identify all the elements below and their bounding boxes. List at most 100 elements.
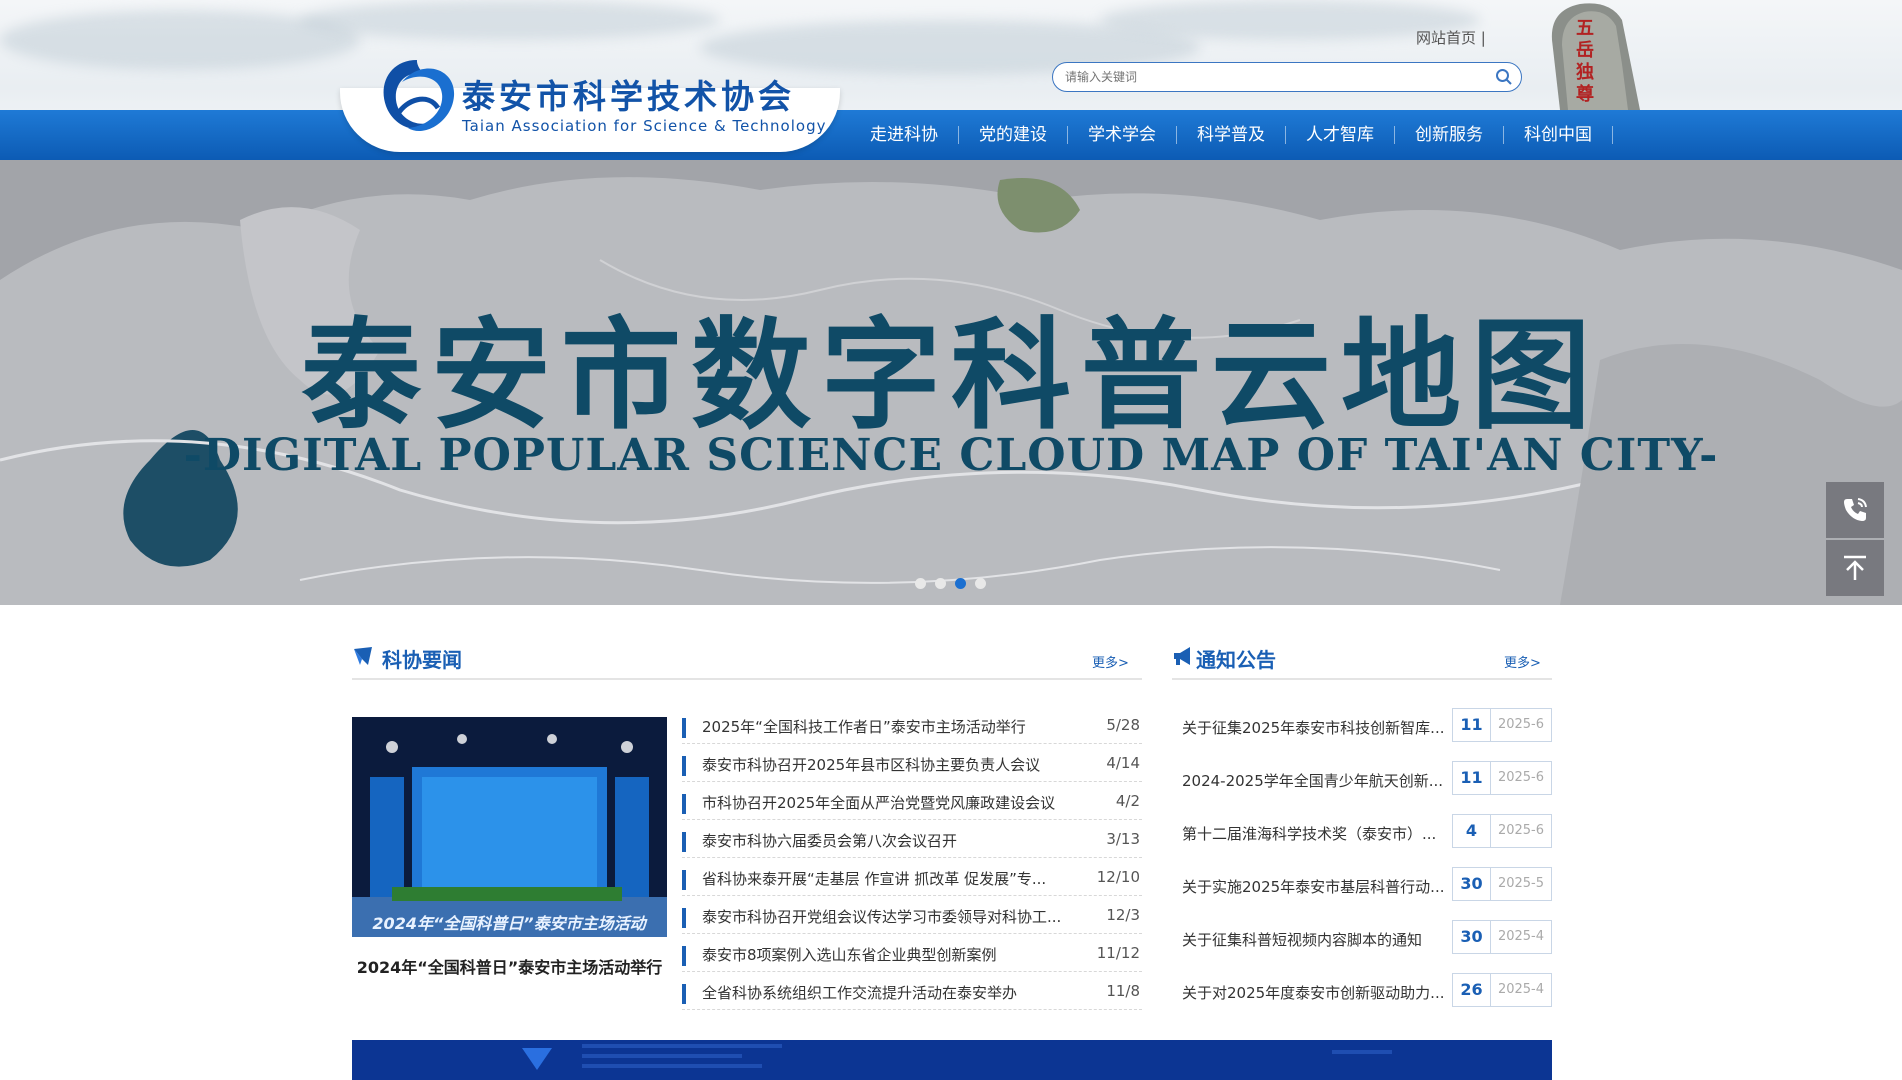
main-nav: 走进科协 党的建设 学术学会 科学普及 人才智库 创新服务 科创中国	[850, 110, 1613, 160]
notice-day: 26	[1453, 974, 1491, 1006]
news-item-date: 12/3	[1106, 906, 1140, 924]
news-item-date: 4/14	[1106, 754, 1140, 772]
notice-year-month: 2025-4	[1497, 982, 1545, 997]
notice-date-box: 11 2025-6	[1452, 761, 1552, 795]
org-name-cn: 泰安市科学技术协会	[462, 77, 795, 116]
news-item-date: 4/2	[1115, 792, 1140, 810]
featured-photo-caption[interactable]: 2024年“全国科普日”泰安市主场活动举行	[352, 956, 667, 980]
svg-text:岳: 岳	[1576, 40, 1594, 61]
bottom-promo-banner[interactable]	[352, 1040, 1552, 1080]
news-item[interactable]: 全省科协系统组织工作交流提升活动在泰安举办 11/8	[682, 972, 1142, 1010]
nav-item-party-building[interactable]: 党的建设	[959, 126, 1068, 144]
news-item[interactable]: 泰安市科协六届委员会第八次会议召开 3/13	[682, 820, 1142, 858]
news-item-title[interactable]: 泰安市8项案例入选山东省企业典型创新案例	[702, 944, 1062, 965]
news-item[interactable]: 泰安市科协召开2025年县市区科协主要负责人会议 4/14	[682, 744, 1142, 782]
notice-date-box: 30 2025-4	[1452, 920, 1552, 954]
banner-title: 泰安市数字科普云地图	[301, 307, 1601, 446]
page: 五 岳 独 尊 泰安市科学技术协会 Taian Association for …	[0, 0, 1902, 1080]
svg-text:独: 独	[1576, 61, 1594, 83]
carousel-dot-2[interactable]	[935, 578, 946, 589]
notice-item[interactable]: 关于征集科普短视频内容脚本的通知 30 2025-4	[1172, 918, 1552, 971]
back-to-top-button[interactable]	[1826, 540, 1884, 596]
notice-year-month: 2025-4	[1497, 929, 1545, 944]
site-header: 五 岳 独 尊 泰安市科学技术协会 Taian Association for …	[0, 0, 1902, 160]
notice-item-title[interactable]: 第十二届淮海科学技术奖（泰安市）...	[1182, 823, 1452, 844]
nav-item-sci-innovation-china[interactable]: 科创中国	[1504, 126, 1613, 144]
notice-date-box: 11 2025-6	[1452, 708, 1552, 742]
nav-item-science-popularization[interactable]: 科学普及	[1177, 126, 1286, 144]
svg-text:尊: 尊	[1576, 83, 1594, 105]
notice-item[interactable]: 关于对2025年度泰安市创新驱动助力... 26 2025-4	[1172, 971, 1552, 1024]
hero-banner[interactable]: 泰安市数字科普云地图 -DIGITAL POPULAR SCIENCE CLOU…	[0, 160, 1902, 605]
news-item[interactable]: 2025年“全国科技工作者日”泰安市主场活动举行 5/28	[682, 706, 1142, 744]
photo-banner-text: 2024年“全国科普日”泰安市主场活动	[372, 914, 647, 933]
notice-day: 4	[1453, 815, 1491, 847]
notice-day: 30	[1453, 868, 1491, 900]
notice-item-title[interactable]: 关于对2025年度泰安市创新驱动助力...	[1182, 982, 1452, 1003]
notice-day: 11	[1453, 762, 1491, 794]
featured-photo-image: 2024年“全国科普日”泰安市主场活动	[352, 717, 667, 937]
association-logo[interactable]	[372, 52, 462, 142]
banner-subtitle: -DIGITAL POPULAR SCIENCE CLOUD MAP OF TA…	[183, 430, 1719, 481]
contact-phone-button[interactable]	[1826, 482, 1884, 538]
svg-text:五: 五	[1576, 18, 1594, 39]
carousel-dot-1[interactable]	[915, 578, 926, 589]
notice-year-month: 2025-6	[1497, 770, 1545, 785]
news-item-title[interactable]: 2025年“全国科技工作者日”泰安市主场活动举行	[702, 716, 1062, 737]
news-item-title[interactable]: 泰安市科协召开2025年县市区科协主要负责人会议	[702, 754, 1062, 775]
notice-date-box: 26 2025-4	[1452, 973, 1552, 1007]
notice-day: 11	[1453, 709, 1491, 741]
notice-list: 关于征集2025年泰安市科技创新智库... 11 2025-6 2024-2025…	[1172, 706, 1552, 1024]
nav-item-talent-think-tank[interactable]: 人才智库	[1286, 126, 1395, 144]
news-item[interactable]: 省科协来泰开展“走基层 作宣讲 抓改革 促发展”专... 12/10	[682, 858, 1142, 896]
notice-item-title[interactable]: 关于征集科普短视频内容脚本的通知	[1182, 929, 1452, 950]
search-icon[interactable]	[1495, 68, 1513, 86]
notice-item-title[interactable]: 2024-2025学年全国青少年航天创新...	[1182, 770, 1452, 791]
notice-item-title[interactable]: 关于实施2025年泰安市基层科普行动...	[1182, 876, 1452, 897]
news-icon	[354, 647, 372, 665]
news-item-title[interactable]: 市科协召开2025年全面从严治党暨党风廉政建设会议	[702, 792, 1062, 813]
notice-year-month: 2025-6	[1497, 823, 1545, 838]
news-item-date: 12/10	[1096, 868, 1140, 886]
news-item-title[interactable]: 省科协来泰开展“走基层 作宣讲 抓改革 促发展”专...	[702, 868, 1062, 889]
megaphone-icon	[1174, 647, 1190, 665]
news-item-title[interactable]: 泰安市科协六届委员会第八次会议召开	[702, 830, 1062, 851]
notice-item-title[interactable]: 关于征集2025年泰安市科技创新智库...	[1182, 717, 1452, 738]
notice-item[interactable]: 2024-2025学年全国青少年航天创新... 11 2025-6	[1172, 759, 1552, 812]
notices-section-title: 通知公告	[1196, 648, 1276, 672]
news-section-title: 科协要闻	[382, 648, 462, 672]
phone-icon	[1844, 498, 1867, 521]
news-item-title[interactable]: 全省科协系统组织工作交流提升活动在泰安举办	[702, 982, 1062, 1003]
back-to-top-icon	[1844, 555, 1866, 580]
news-item-date: 11/8	[1106, 982, 1140, 1000]
carousel-dot-3[interactable]	[955, 578, 966, 589]
news-item[interactable]: 泰安市科协召开党组会议传达学习市委领导对科协工... 12/3	[682, 896, 1142, 934]
notice-date-box: 30 2025-5	[1452, 867, 1552, 901]
news-list: 2025年“全国科技工作者日”泰安市主场活动举行 5/28 泰安市科协召开2025…	[682, 706, 1142, 1010]
news-more-link[interactable]: 更多>	[1092, 652, 1129, 671]
site-home-link[interactable]: 网站首页 |	[1416, 27, 1486, 48]
notices-section-header: 通知公告 更多>	[1172, 640, 1552, 680]
nav-item-academic-societies[interactable]: 学术学会	[1068, 126, 1177, 144]
notices-more-link[interactable]: 更多>	[1504, 652, 1541, 671]
news-featured-photo[interactable]: 2024年“全国科普日”泰安市主场活动	[352, 717, 667, 937]
notice-year-month: 2025-5	[1497, 876, 1545, 891]
news-item-title[interactable]: 泰安市科协召开党组会议传达学习市委领导对科协工...	[702, 906, 1062, 927]
carousel-dots	[915, 578, 986, 589]
notice-item[interactable]: 第十二届淮海科学技术奖（泰安市）... 4 2025-6	[1172, 812, 1552, 865]
nav-item-about[interactable]: 走进科协	[850, 126, 959, 144]
news-item[interactable]: 泰安市8项案例入选山东省企业典型创新案例 11/12	[682, 934, 1142, 972]
notice-year-month: 2025-6	[1497, 717, 1545, 732]
search-box	[1052, 62, 1522, 92]
news-item[interactable]: 市科协召开2025年全面从严治党暨党风廉政建设会议 4/2	[682, 782, 1142, 820]
news-section-header: 科协要闻 更多>	[352, 640, 1142, 680]
search-input[interactable]	[1065, 68, 1465, 86]
notice-item[interactable]: 关于实施2025年泰安市基层科普行动... 30 2025-5	[1172, 865, 1552, 918]
news-item-date: 11/12	[1096, 944, 1140, 962]
notice-date-box: 4 2025-6	[1452, 814, 1552, 848]
carousel-dot-4[interactable]	[975, 578, 986, 589]
nav-item-innovation-service[interactable]: 创新服务	[1395, 126, 1504, 144]
news-item-date: 3/13	[1106, 830, 1140, 848]
notice-item[interactable]: 关于征集2025年泰安市科技创新智库... 11 2025-6	[1172, 706, 1552, 759]
org-name-en: Taian Association for Science & Technolo…	[462, 117, 827, 135]
